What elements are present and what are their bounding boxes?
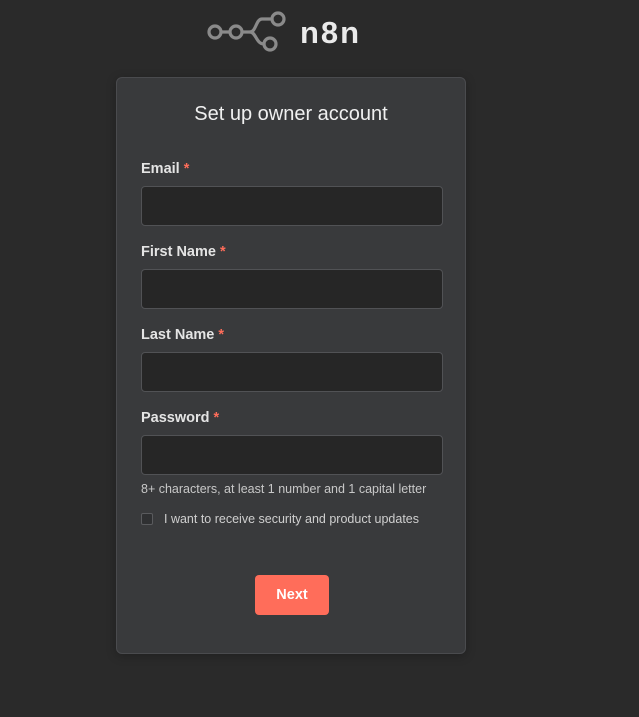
password-hint: 8+ characters, at least 1 number and 1 c… <box>141 482 427 496</box>
password-field-group: Password * <box>141 409 443 475</box>
password-input[interactable] <box>141 435 443 475</box>
required-marker: * <box>183 161 190 177</box>
email-label: Email * <box>141 161 190 177</box>
last-name-field-group: Last Name * <box>141 326 443 392</box>
last-name-label: Last Name * <box>141 327 224 343</box>
email-input[interactable] <box>141 186 443 226</box>
required-marker: * <box>213 410 220 426</box>
next-button[interactable]: Next <box>255 575 329 615</box>
brand-name: n8n <box>300 14 362 50</box>
updates-checkbox-label[interactable]: I want to receive security and product u… <box>164 512 419 526</box>
required-marker: * <box>218 327 224 343</box>
n8n-logo: n8n <box>206 10 361 54</box>
first-name-label: First Name * <box>141 244 226 260</box>
required-marker: * <box>219 244 226 260</box>
form-title: Set up owner account <box>194 103 388 125</box>
owner-setup-card: Set up owner account Email * First Name * … <box>116 77 466 654</box>
email-field-group: Email * <box>141 160 443 226</box>
setup-page: n8n Set up owner account Email * First Na… <box>0 0 639 717</box>
password-label: Password * <box>141 410 220 426</box>
n8n-node-graph-icon <box>207 11 286 52</box>
last-name-input[interactable] <box>141 352 443 392</box>
updates-opt-in[interactable]: I want to receive security and product u… <box>141 512 419 526</box>
updates-checkbox[interactable] <box>141 513 153 525</box>
first-name-input[interactable] <box>141 269 443 309</box>
first-name-field-group: First Name * <box>141 243 443 309</box>
